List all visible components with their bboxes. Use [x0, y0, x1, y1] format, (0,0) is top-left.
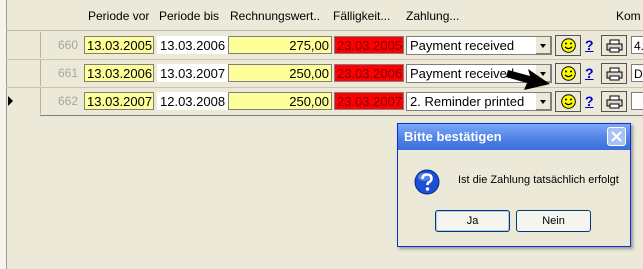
printer-icon [606, 95, 623, 109]
yes-button[interactable]: Ja [435, 210, 510, 232]
zahlung-value: Payment received [410, 66, 515, 81]
column-header-periode-vor: Periode vor [88, 9, 150, 23]
faelligkeit-field[interactable]: 23.03.2007 [334, 92, 404, 110]
periode-vor-field[interactable]: 13.03.2006 [84, 64, 154, 82]
rechnungswert-field[interactable]: 250,00 [228, 92, 332, 110]
print-button[interactable] [601, 91, 627, 112]
periode-bis-field[interactable]: 12.03.2008 [157, 92, 229, 110]
zahlung-value: Payment received [410, 38, 515, 53]
form-background: Periode vor Periode bis Rechnungswert.. … [0, 0, 643, 269]
chevron-down-icon [540, 100, 546, 104]
printer-icon [606, 67, 623, 81]
printer-icon [606, 39, 623, 53]
confirm-payment-button[interactable] [555, 91, 581, 112]
print-button[interactable] [601, 35, 627, 56]
help-link[interactable]: ? [585, 36, 597, 54]
close-icon [611, 131, 622, 142]
column-header-rechnungswert: Rechnungswert.. [230, 9, 321, 23]
column-header-zahlung: Zahlung... [406, 9, 460, 23]
column-header-faelligkeit: Fälligkeit... [333, 9, 391, 23]
kommentar-field[interactable]: 4. [631, 36, 643, 54]
help-link[interactable]: ? [585, 64, 597, 82]
row-id: 662 [57, 94, 78, 108]
dialog-message: Ist die Zahlung tatsächlich erfolgt [458, 174, 619, 186]
table-row: 660 13.03.2005 13.03.2006 275,00 23.03.2… [6, 32, 643, 58]
column-header-kommentar: Kom [616, 9, 641, 23]
rechnungswert-field[interactable]: 250,00 [228, 64, 332, 82]
periode-bis-field[interactable]: 13.03.2007 [157, 64, 229, 82]
grid-bottom-border [40, 115, 643, 116]
no-button[interactable]: Nein [516, 210, 591, 232]
periode-vor-field[interactable]: 13.03.2005 [84, 36, 154, 54]
smiley-icon [561, 94, 576, 109]
confirm-payment-button[interactable] [555, 63, 581, 84]
dropdown-button[interactable] [535, 37, 551, 54]
rechnungswert-field[interactable]: 275,00 [228, 36, 332, 54]
row-selector[interactable] [6, 32, 41, 58]
smiley-icon [561, 38, 576, 53]
row-id: 661 [57, 66, 78, 80]
help-link[interactable]: ? [585, 92, 597, 110]
dialog-titlebar[interactable]: Bitte bestätigen [398, 124, 630, 150]
zahlung-combobox[interactable]: 2. Reminder printed [406, 92, 552, 111]
faelligkeit-field[interactable]: 23.03.2006 [334, 64, 404, 82]
zahlung-combobox[interactable]: Payment received [406, 36, 552, 55]
confirm-dialog: Bitte bestätigen Ist die Zahlung tatsäch… [397, 123, 631, 247]
dropdown-button[interactable] [535, 93, 551, 110]
column-header-periode-bis: Periode bis [159, 9, 220, 23]
periode-bis-field[interactable]: 13.03.2006 [157, 36, 229, 54]
faelligkeit-field[interactable]: 23.03.2005 [334, 36, 404, 54]
question-icon [414, 169, 440, 195]
row-selector[interactable] [6, 60, 41, 86]
row-selector[interactable] [6, 88, 41, 114]
row-id: 660 [57, 38, 78, 52]
smiley-icon [561, 66, 576, 81]
kommentar-field[interactable]: DD [631, 64, 643, 82]
chevron-down-icon [540, 44, 546, 48]
dialog-close-button[interactable] [607, 127, 626, 146]
current-record-icon [8, 96, 13, 106]
dialog-title: Bitte bestätigen [404, 129, 502, 144]
pointer-arrow-icon [506, 69, 550, 90]
print-button[interactable] [601, 63, 627, 84]
zahlung-value: 2. Reminder printed [410, 94, 525, 109]
kommentar-field[interactable] [631, 92, 643, 110]
confirm-payment-button[interactable] [555, 35, 581, 56]
periode-vor-field[interactable]: 13.03.2007 [84, 92, 154, 110]
